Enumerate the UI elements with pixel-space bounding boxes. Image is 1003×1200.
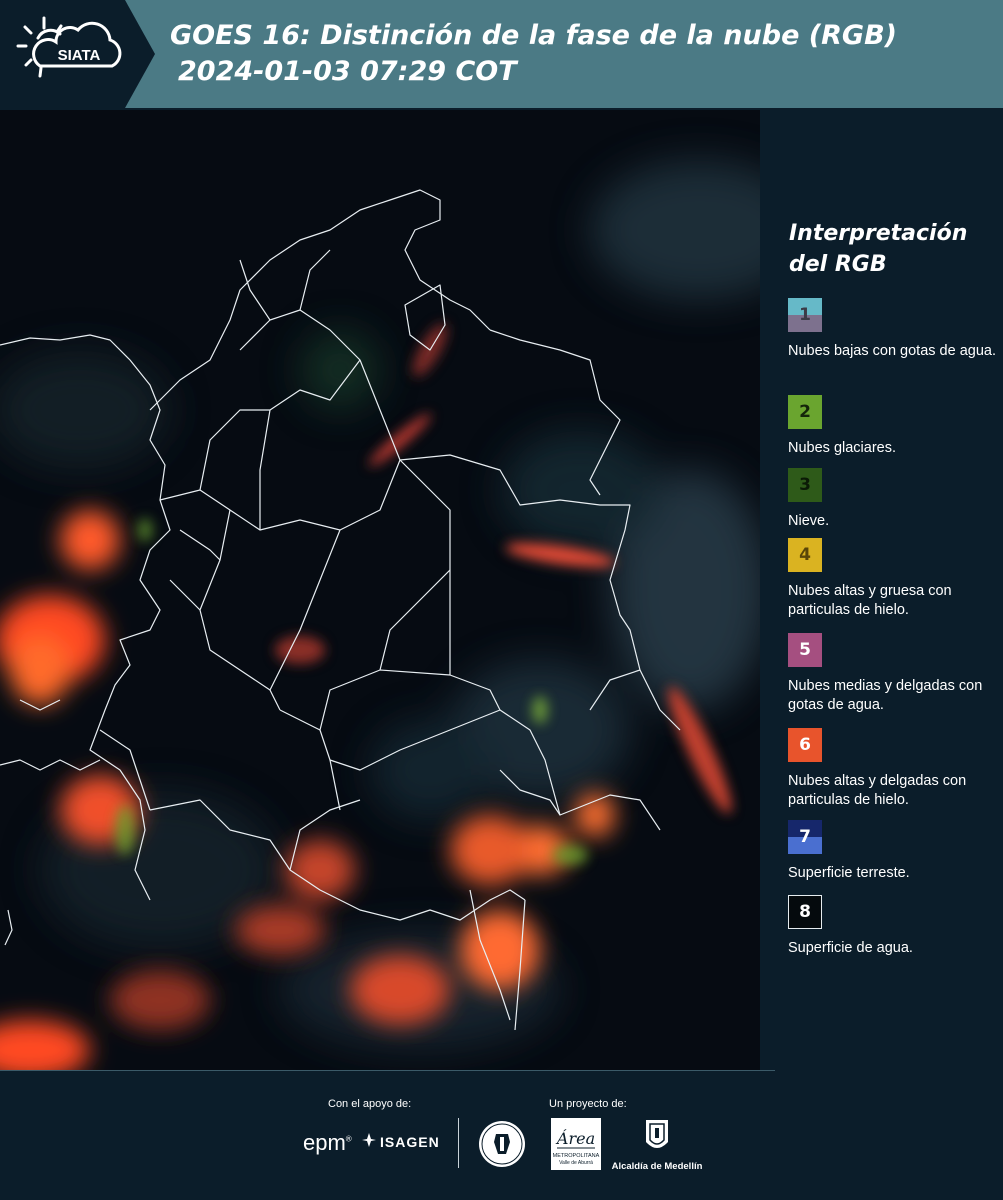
legend-label-7: Superficie terreste.: [788, 865, 910, 881]
legend-swatch-7: 7: [788, 820, 822, 854]
legend-label-6: Nubes altas y delgadas con particulas de…: [788, 773, 967, 808]
alcaldia-text: Alcaldía de Medellín: [611, 1161, 703, 1172]
epm-logo: epm®: [303, 1130, 352, 1155]
footer: Con el apoyo de: Un proyecto de: epm® IS…: [0, 1070, 1003, 1200]
legend-label-1: Nubes bajas con gotas de agua.: [788, 343, 996, 359]
isagen-mark-icon: [362, 1133, 376, 1150]
footer-separator: [458, 1118, 459, 1168]
legend-label-5: Nubes medias y delgadas con gotas de agu…: [788, 678, 983, 713]
legend-title: Interpretación del RGB: [789, 221, 968, 277]
legend-item-3: 3 Nieve.: [788, 468, 998, 531]
legend-swatch-6: 6: [788, 728, 822, 762]
svg-text:Área: Área: [555, 1128, 595, 1148]
support-label: Con el apoyo de:: [328, 1098, 412, 1110]
legend-item-4: 4 Nubes altas y gruesa con particulas de…: [788, 538, 998, 620]
legend-item-8: 8 Superficie de agua.: [788, 895, 998, 958]
legend-swatch-5: 5: [788, 633, 822, 667]
legend-label-8: Superficie de agua.: [788, 940, 913, 956]
emblem-logo: [478, 1120, 526, 1173]
svg-text:METROPOLITANA: METROPOLITANA: [553, 1153, 600, 1159]
legend-swatch-1: 1: [788, 298, 822, 332]
legend-item-5: 5 Nubes medias y delgadas con gotas de a…: [788, 633, 998, 715]
legend-item-7: 7 Superficie terreste.: [788, 820, 998, 883]
legend-swatch-8: 8: [788, 895, 822, 929]
legend-item-6: 6 Nubes altas y delgadas con particulas …: [788, 728, 998, 810]
legend-label-4: Nubes altas y gruesa con particulas de h…: [788, 583, 952, 618]
title-line-1: GOES 16: Distinción de la fase de la nub…: [170, 20, 897, 51]
alcaldia-logo: Alcaldía de Medellín: [611, 1118, 703, 1172]
project-label: Un proyecto de:: [549, 1098, 627, 1110]
legend-panel: Interpretación del RGB 1 Nubes bajas con…: [760, 110, 1003, 1070]
legend-item-1: 1 Nubes bajas con gotas de agua.: [788, 298, 998, 361]
page-title: GOES 16: Distinción de la fase de la nub…: [170, 18, 897, 90]
siata-logo: SIATA: [0, 0, 155, 108]
legend-swatch-4: 4: [788, 538, 822, 572]
satellite-map: [0, 110, 760, 1070]
header-bar: SIATA GOES 16: Distinción de la fase de …: [0, 0, 1003, 108]
svg-text:Valle de Aburrá: Valle de Aburrá: [559, 1160, 593, 1166]
title-line-2: 2024-01-03 07:29 COT: [178, 56, 517, 87]
footer-divider: [0, 1070, 775, 1071]
legend-label-2: Nubes glaciares.: [788, 440, 896, 456]
isagen-logo: ISAGEN: [362, 1133, 440, 1150]
logo-text: SIATA: [58, 47, 101, 64]
legend-swatch-3: 3: [788, 468, 822, 502]
legend-item-2: 2 Nubes glaciares.: [788, 395, 998, 458]
legend-swatch-2: 2: [788, 395, 822, 429]
legend-label-3: Nieve.: [788, 513, 830, 529]
area-metropolitana-logo: Área METROPOLITANA Valle de Aburrá: [551, 1118, 601, 1175]
coat-of-arms-icon: [646, 1120, 668, 1148]
